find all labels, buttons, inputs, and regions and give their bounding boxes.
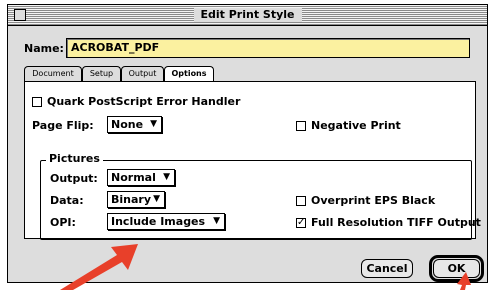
page-flip-popup[interactable]: None ▼ [107,116,162,133]
close-box-icon[interactable] [14,9,26,21]
data-popup[interactable]: Binary ▼ [107,191,165,208]
chevron-down-icon: ▼ [213,216,220,226]
chevron-down-icon: ▼ [150,119,157,129]
output-label: Output: [50,172,98,185]
overprint-eps-black-checkbox[interactable] [296,196,306,206]
ok-button[interactable]: OK [433,259,480,278]
data-value: Binary [111,193,152,206]
quark-error-handler-label: Quark PostScript Error Handler [47,95,241,108]
opi-popup[interactable]: Include Images ▼ [107,213,225,230]
tab-options[interactable]: Options [164,66,214,82]
cancel-button[interactable]: Cancel [361,259,413,278]
tab-document[interactable]: Document [24,66,82,81]
page-flip-value: None [111,118,144,131]
full-res-tiff-checkbox[interactable]: ✓ [296,218,306,228]
chevron-down-icon: ▼ [163,172,170,182]
tab-setup[interactable]: Setup [82,66,121,81]
output-popup[interactable]: Normal ▼ [107,169,175,186]
pictures-group-label: Pictures [46,152,103,166]
negative-print-label: Negative Print [311,119,401,132]
quark-error-handler-checkbox[interactable] [32,97,42,107]
tab-output[interactable]: Output [121,66,164,81]
page-flip-label: Page Flip: [32,119,94,132]
opi-value: Include Images [111,215,206,228]
full-res-tiff-label: Full Resolution TIFF Output [311,216,481,229]
overprint-eps-black-label: Overprint EPS Black [311,194,436,207]
opi-label: OPI: [50,216,76,229]
title-bar[interactable]: Edit Print Style [8,5,487,26]
chevron-down-icon: ▼ [153,194,160,204]
name-label: Name: [24,42,64,55]
name-input[interactable]: ACROBAT_PDF [66,38,470,58]
negative-print-checkbox[interactable] [296,121,306,131]
data-label: Data: [50,194,84,207]
output-value: Normal [111,171,156,184]
window-title: Edit Print Style [193,8,302,22]
